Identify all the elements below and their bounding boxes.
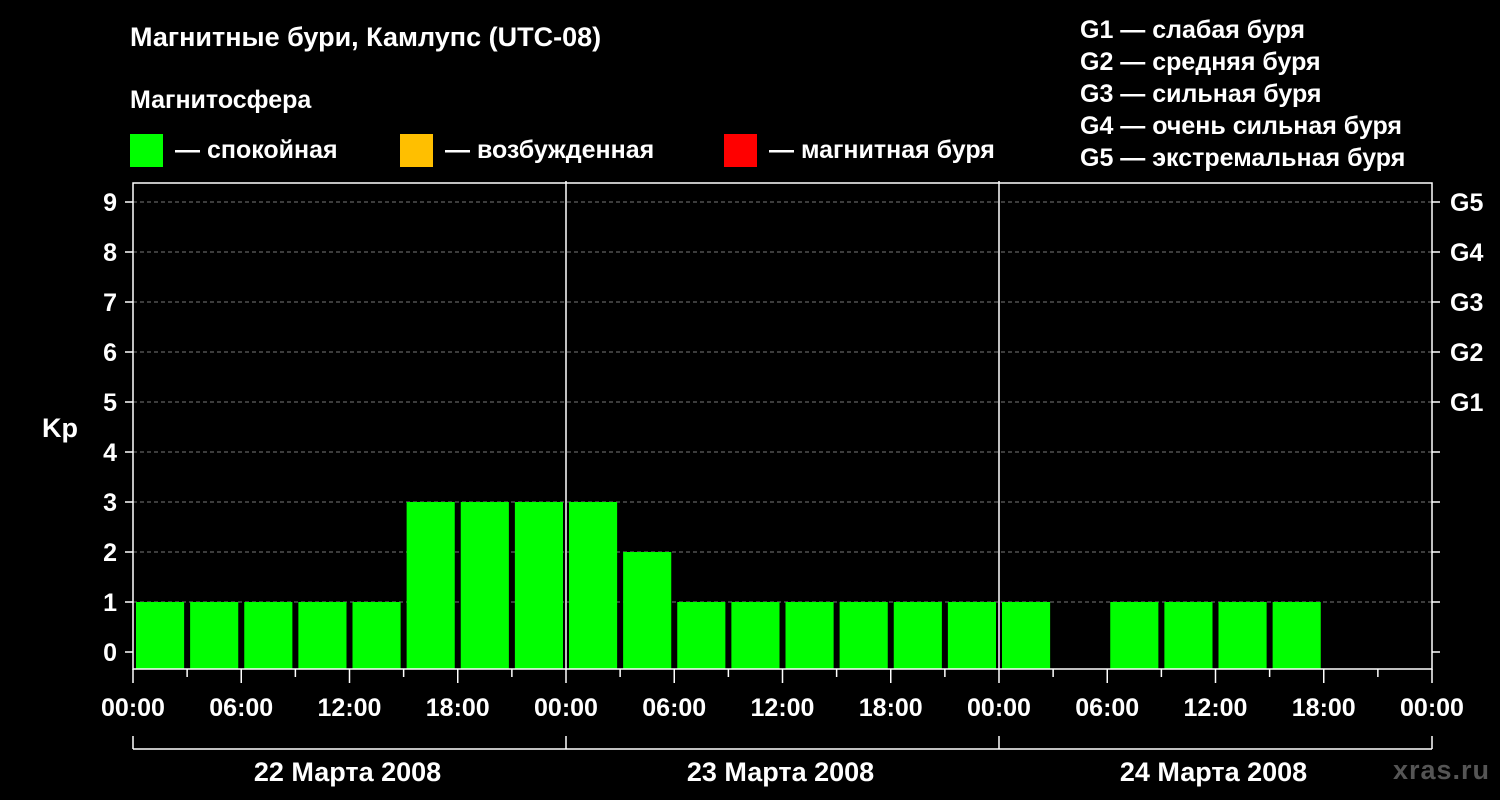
kp-bar (136, 602, 185, 669)
kp-bar (244, 602, 293, 669)
g-scale-tick-label: G4 (1450, 239, 1483, 267)
kp-bar (731, 602, 780, 669)
x-tick-label: 18:00 (1292, 694, 1356, 722)
y-tick-label: 8 (103, 239, 117, 267)
x-tick-label: 00:00 (101, 694, 165, 722)
y-tick-label: 6 (103, 339, 117, 367)
kp-bar (190, 602, 239, 669)
y-tick-label: 5 (103, 389, 117, 417)
day-label: 23 Марта 2008 (687, 757, 874, 787)
g-scale-tick-label: G5 (1450, 189, 1483, 217)
g-scale-tick-label: G2 (1450, 339, 1483, 367)
g-scale-tick-label: G1 (1450, 389, 1483, 417)
kp-bar (352, 602, 401, 669)
g-scale-tick-label: G3 (1450, 289, 1483, 317)
x-tick-label: 12:00 (1184, 694, 1248, 722)
y-tick-label: 9 (103, 189, 117, 217)
kp-bar (569, 502, 618, 669)
y-tick-label: 2 (103, 539, 117, 567)
kp-bar (839, 602, 888, 669)
day-label: 24 Марта 2008 (1120, 757, 1307, 787)
kp-bar (514, 502, 563, 669)
kp-bar (460, 502, 509, 669)
x-tick-label: 00:00 (534, 694, 598, 722)
chart-root: Магнитные бури, Камлупс (UTC-08) Магнито… (0, 0, 1500, 800)
x-tick-label: 06:00 (1075, 694, 1139, 722)
x-tick-label: 06:00 (209, 694, 273, 722)
kp-bar (893, 602, 942, 669)
kp-bar (623, 552, 672, 669)
y-tick-label: 1 (103, 589, 117, 617)
kp-bar (1002, 602, 1051, 669)
plot-frame (132, 182, 1433, 670)
y-tick-label: 0 (103, 639, 117, 667)
kp-chart-svg: 0 1 2 3 4 5 6 7 8 9 G1 G2 G3 G4 G5 Kp 00:00 06:00 12:00 18:… (42, 181, 1483, 787)
x-tick-label: 12:00 (318, 694, 382, 722)
kp-bar (406, 502, 455, 669)
day-label: 22 Марта 2008 (254, 757, 441, 787)
x-tick-label: 00:00 (967, 694, 1031, 722)
x-tick-label: 06:00 (642, 694, 706, 722)
y-axis-label: Kp (42, 413, 78, 443)
y-tick-label: 3 (103, 489, 117, 517)
kp-bar (298, 602, 347, 669)
kp-bar (677, 602, 726, 669)
x-tick-label: 18:00 (859, 694, 923, 722)
kp-bar (1164, 602, 1213, 669)
x-tick-label: 00:00 (1400, 694, 1464, 722)
x-tick-label: 18:00 (426, 694, 490, 722)
kp-bar (1218, 602, 1267, 669)
kp-bar (947, 602, 996, 669)
y-tick-label: 7 (103, 289, 117, 317)
kp-bar (785, 602, 834, 669)
watermark: xras.ru (1392, 755, 1490, 785)
x-tick-label: 12:00 (751, 694, 815, 722)
kp-bar (1272, 602, 1321, 669)
kp-bar (1110, 602, 1159, 669)
y-tick-label: 4 (103, 439, 117, 467)
